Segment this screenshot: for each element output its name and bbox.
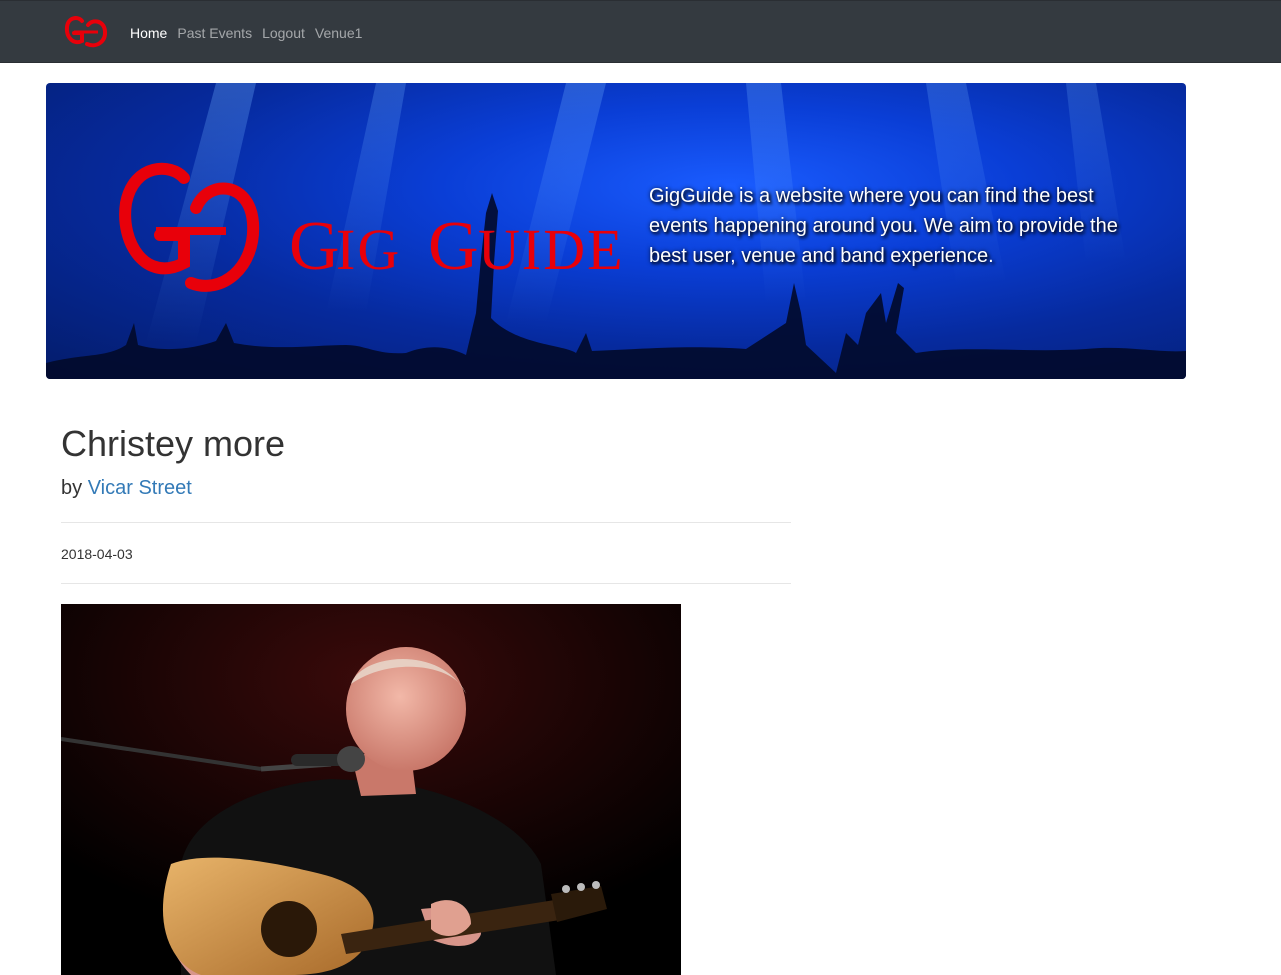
nav-home-link[interactable]: Home [130, 23, 167, 43]
brand-logo[interactable] [60, 11, 112, 53]
svg-text:G: G [289, 208, 341, 285]
performer-with-guitar-image [61, 604, 681, 975]
event-title: Christey more [61, 423, 286, 464]
nav-past-events-link[interactable]: Past Events [177, 23, 252, 43]
svg-text:G: G [428, 208, 480, 285]
nav-logout-link[interactable]: Logout [262, 23, 305, 43]
svg-text:UIDE: UIDE [478, 217, 625, 282]
byline-prefix: by [61, 477, 83, 499]
event-byline: by Vicar Street [61, 476, 192, 500]
svg-text:IG: IG [336, 217, 401, 282]
nav-venue1-link[interactable]: Venue1 [315, 23, 363, 43]
venue-link[interactable]: Vicar Street [88, 477, 192, 499]
hero-banner: G IG G UIDE GigGuide is a website where … [46, 83, 1186, 379]
divider [61, 583, 791, 584]
divider [61, 522, 791, 523]
hero-description: GigGuide is a website where you can find… [649, 185, 1118, 267]
top-navbar: Home Past Events Logout Venue1 [0, 0, 1281, 63]
gigguide-logo-icon [64, 16, 108, 48]
event-photo [61, 604, 681, 975]
event-date: 2018-04-03 [61, 546, 133, 562]
